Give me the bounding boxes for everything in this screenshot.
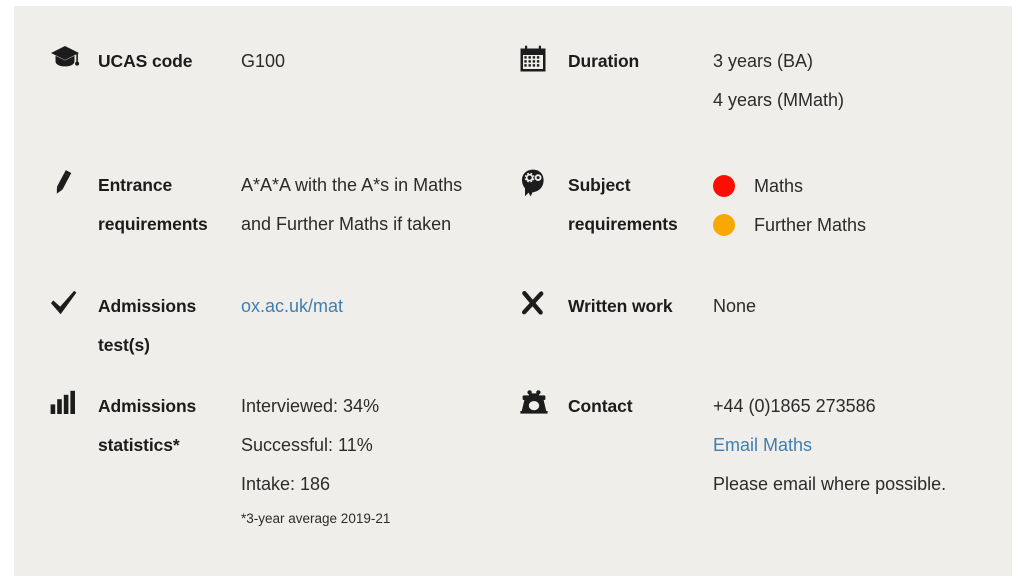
status-dot-orange — [713, 213, 735, 236]
contact-email-link[interactable]: Email Maths — [713, 435, 812, 455]
admissions-test-link[interactable]: ox.ac.uk/mat — [241, 296, 343, 316]
entrance-label-line-2: requirements — [98, 214, 208, 234]
fact-written-work: Written work None — [520, 287, 756, 326]
fact-value: 3 years (BA) 4 years (MMath) — [713, 42, 844, 120]
entrance-line-1: A*A*A with the A*s in Maths — [241, 175, 463, 195]
bar-chart-icon — [50, 387, 98, 416]
fact-value: Maths Further Maths — [713, 166, 866, 244]
fact-value: A*A*A with the A*s in Maths and Further … — [241, 166, 462, 244]
course-facts-panel: UCAS code G100 Duration 3 years (BA) 4 y… — [14, 6, 1012, 576]
entrance-label-line-1: Entrance — [98, 175, 173, 195]
fact-contact: Contact +44 (0)1865 273586 Email Maths P… — [520, 387, 946, 504]
fact-label: Written work — [568, 296, 673, 316]
telephone-icon — [520, 387, 568, 414]
fact-label: Entrance requirements — [98, 166, 241, 244]
graduation-cap-icon — [50, 42, 98, 71]
stat-successful: Successful: 11% — [241, 435, 373, 455]
pencil-icon — [50, 166, 98, 196]
entrance-line-2: and Further Maths if taken — [241, 214, 452, 234]
status-dot-red — [713, 174, 735, 197]
subject-label-line-2: requirements — [568, 214, 678, 234]
admissions-test-label-line-2: test(s) — [98, 335, 150, 355]
fact-value: ox.ac.uk/mat — [241, 287, 343, 326]
cross-icon — [520, 287, 568, 316]
fact-subject-requirements: Subject requirements Maths Further Maths — [520, 166, 866, 244]
head-gear-icon — [520, 166, 568, 197]
fact-label: Subject requirements — [568, 166, 713, 244]
stat-interviewed: Interviewed: 34% — [241, 396, 380, 416]
fact-entrance-requirements: Entrance requirements A*A*A with the A*s… — [50, 166, 462, 244]
fact-admissions-test: Admissions test(s) ox.ac.uk/mat — [50, 287, 343, 365]
admissions-stats-label-line-1: Admissions — [98, 396, 197, 416]
subject-label-line-1: Subject — [568, 175, 631, 195]
fact-admissions-statistics: Admissions statistics* Interviewed: 34% … — [50, 387, 390, 534]
fact-value: Interviewed: 34% Successful: 11% Intake:… — [241, 387, 390, 534]
facts-grid: UCAS code G100 Duration 3 years (BA) 4 y… — [14, 6, 1012, 576]
subject-requirement-item: Maths — [713, 166, 866, 205]
fact-value: +44 (0)1865 273586 Email Maths Please em… — [713, 387, 946, 504]
admissions-stats-label-line-2: statistics* — [98, 435, 180, 455]
fact-ucas-code: UCAS code G100 — [50, 42, 285, 81]
stat-intake: Intake: 186 — [241, 474, 331, 494]
fact-label: UCAS code — [98, 51, 193, 71]
admissions-test-label-line-1: Admissions — [98, 296, 197, 316]
fact-label: Admissions test(s) — [98, 287, 241, 365]
fact-duration: Duration 3 years (BA) 4 years (MMath) — [520, 42, 844, 120]
fact-value: G100 — [241, 42, 285, 81]
subject-label-maths: Maths — [754, 175, 804, 196]
calendar-icon — [520, 42, 568, 72]
duration-line-1: 3 years (BA) — [713, 51, 814, 71]
fact-value: None — [713, 287, 756, 326]
ucas-code-value: G100 — [241, 51, 286, 71]
written-work-value: None — [713, 296, 757, 316]
fact-label: Duration — [568, 51, 640, 71]
contact-note: Please email where possible. — [713, 474, 947, 494]
contact-phone: +44 (0)1865 273586 — [713, 396, 876, 416]
check-icon — [50, 287, 98, 316]
admissions-stats-footnote: *3-year average 2019-21 — [241, 511, 391, 526]
fact-label: Contact — [568, 396, 633, 416]
subject-requirement-item: Further Maths — [713, 205, 866, 244]
subject-label-further-maths: Further Maths — [754, 214, 867, 235]
fact-label: Admissions statistics* — [98, 387, 241, 465]
duration-line-2: 4 years (MMath) — [713, 90, 845, 110]
